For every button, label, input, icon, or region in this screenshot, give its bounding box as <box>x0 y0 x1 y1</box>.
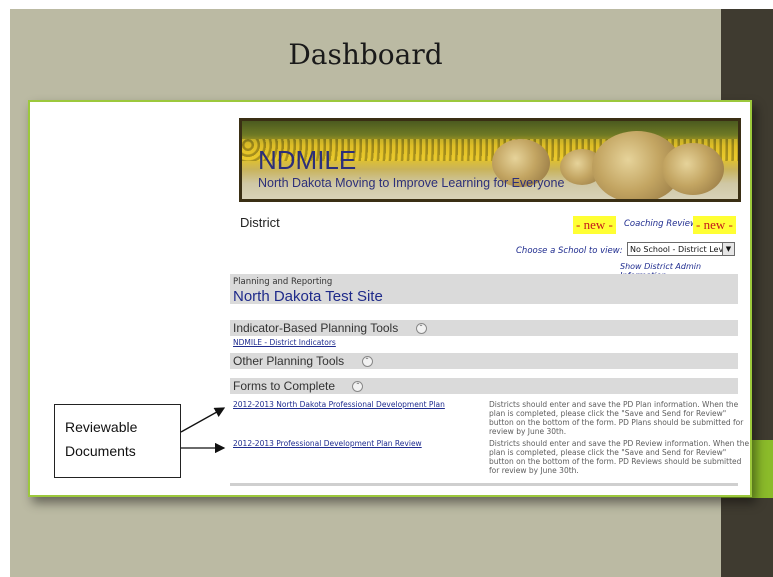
arrow-to-pd-plan <box>180 407 226 433</box>
callout-arrows <box>180 407 226 454</box>
